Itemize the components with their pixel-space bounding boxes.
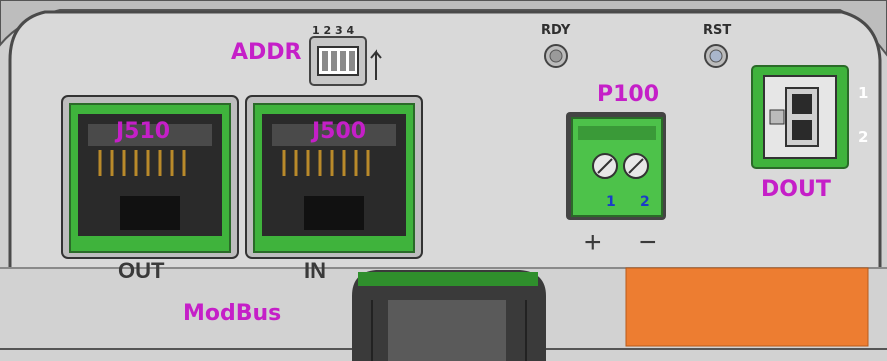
dip-numbers-label: 1 2 3 4 xyxy=(312,24,355,37)
addr-label: ADDR xyxy=(231,40,302,65)
plus-label: + xyxy=(584,226,602,259)
dout-pin2-label: 2 xyxy=(858,128,869,146)
center-socket xyxy=(352,270,546,361)
dout-connector[interactable] xyxy=(751,65,849,169)
minus-label: − xyxy=(639,226,657,259)
j500-label: J500 xyxy=(312,119,367,144)
in-label: IN xyxy=(304,258,326,283)
dout-label: DOUT xyxy=(761,177,831,202)
rst-button[interactable] xyxy=(704,44,728,68)
terminal-pin2-label: 2 xyxy=(640,194,650,210)
p100-terminal[interactable] xyxy=(566,112,666,220)
panel-drawing xyxy=(0,0,887,361)
modbus-label: ModBus xyxy=(183,301,282,326)
p100-label: P100 xyxy=(597,82,660,107)
device-panel: ADDR 1 2 3 4 RDY RST P100 J510 J500 OUT … xyxy=(0,0,887,361)
terminal-pin1-label: 1 xyxy=(606,194,616,210)
rst-label: RST xyxy=(703,23,732,38)
out-label: OUT xyxy=(118,258,165,283)
dout-pin1-label: 1 xyxy=(858,84,869,102)
j510-label: J510 xyxy=(116,119,171,144)
orange-block xyxy=(625,267,869,347)
rdy-led xyxy=(544,44,568,68)
rdy-label: RDY xyxy=(541,23,571,38)
